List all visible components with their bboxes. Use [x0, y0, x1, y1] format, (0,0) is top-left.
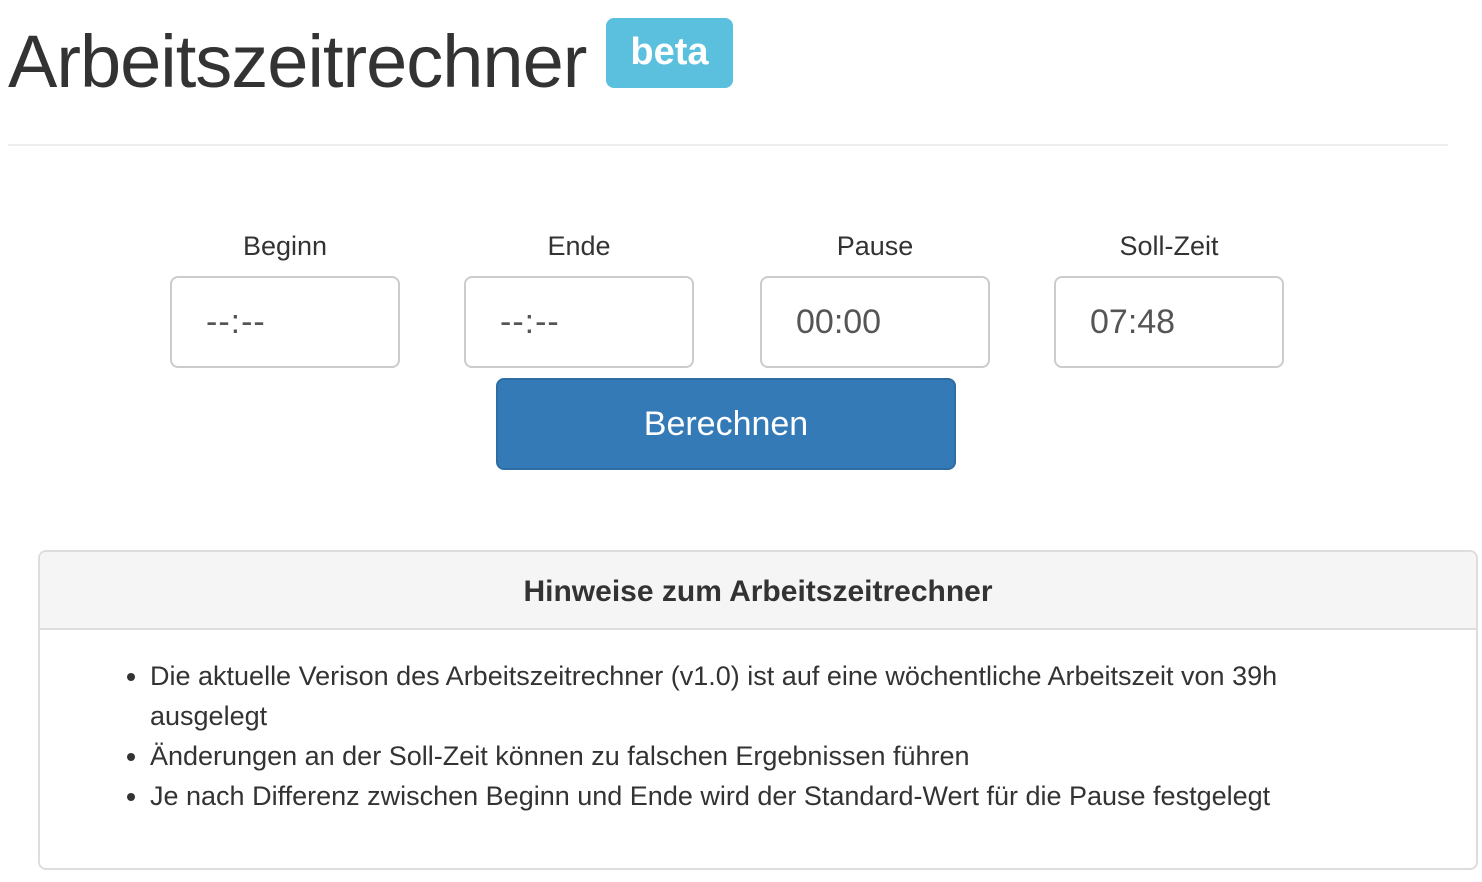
ende-label: Ende — [547, 231, 611, 261]
field-ende: Ende — [464, 226, 694, 368]
field-beginn: Beginn — [170, 226, 400, 368]
field-soll-zeit: Soll-Zeit — [1054, 226, 1284, 368]
field-pause: Pause — [760, 226, 990, 368]
list-item: Die aktuelle Verison des Arbeitszeitrech… — [150, 656, 1330, 736]
soll-zeit-time-input[interactable] — [1054, 276, 1284, 368]
notes-heading: Hinweise zum Arbeitszeitrechner — [40, 552, 1476, 630]
pause-label: Pause — [836, 231, 914, 261]
beginn-label: Beginn — [242, 231, 328, 261]
page-title: Arbeitszeitrechner — [8, 20, 587, 103]
ende-time-input[interactable] — [464, 276, 694, 368]
berechnen-button[interactable]: Berechnen — [496, 378, 956, 470]
beta-badge: beta — [606, 18, 733, 88]
pause-time-input[interactable] — [760, 276, 990, 368]
list-item: Änderungen an der Soll-Zeit können zu fa… — [150, 736, 1330, 776]
soll-zeit-label: Soll-Zeit — [1119, 231, 1219, 261]
notes-panel: Hinweise zum Arbeitszeitrechner Die aktu… — [38, 550, 1478, 870]
notes-list: Die aktuelle Verison des Arbeitszeitrech… — [110, 656, 1416, 816]
page-header: Arbeitszeitrechner beta — [8, 14, 733, 110]
notes-body: Die aktuelle Verison des Arbeitszeitrech… — [40, 630, 1476, 816]
header-divider — [8, 144, 1448, 146]
beginn-time-input[interactable] — [170, 276, 400, 368]
list-item: Je nach Differenz zwischen Beginn und En… — [150, 776, 1330, 816]
